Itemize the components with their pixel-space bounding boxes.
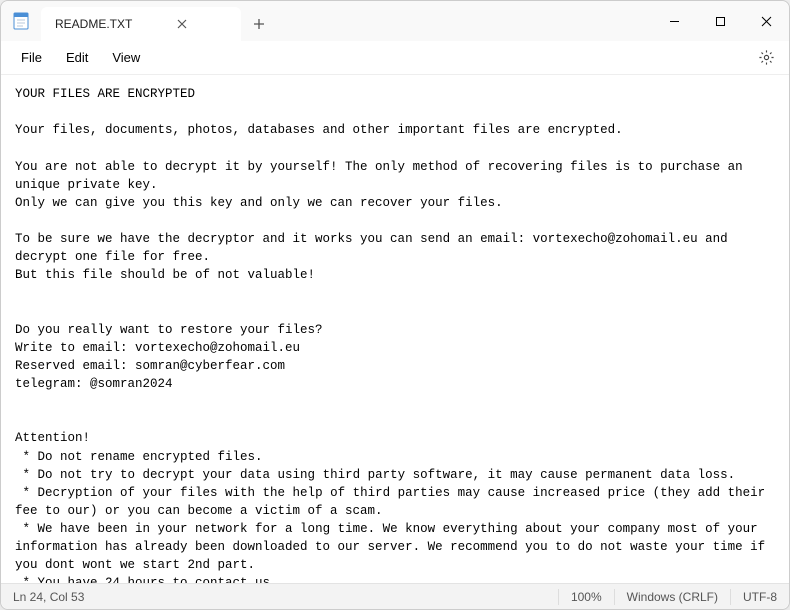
statusbar: Ln 24, Col 53 100% Windows (CRLF) UTF-8	[1, 583, 789, 609]
maximize-button[interactable]	[697, 1, 743, 41]
settings-button[interactable]	[751, 43, 781, 73]
titlebar-drag-area[interactable]	[277, 1, 651, 41]
tab-label: README.TXT	[55, 17, 132, 31]
window-controls	[651, 1, 789, 41]
menu-file[interactable]: File	[9, 46, 54, 69]
text-editor-area[interactable]: YOUR FILES ARE ENCRYPTED Your files, doc…	[1, 75, 789, 583]
menu-edit[interactable]: Edit	[54, 46, 100, 69]
menubar: File Edit View	[1, 41, 789, 75]
status-zoom[interactable]: 100%	[571, 590, 602, 604]
document-tab[interactable]: README.TXT	[41, 7, 241, 41]
new-tab-button[interactable]	[241, 7, 277, 41]
gear-icon	[758, 49, 775, 66]
notepad-window: README.TXT File Edit View	[0, 0, 790, 610]
close-window-button[interactable]	[743, 1, 789, 41]
notepad-app-icon	[1, 1, 41, 41]
status-encoding[interactable]: UTF-8	[743, 590, 777, 604]
menu-view[interactable]: View	[100, 46, 152, 69]
close-tab-icon[interactable]	[172, 14, 192, 34]
minimize-button[interactable]	[651, 1, 697, 41]
status-position[interactable]: Ln 24, Col 53	[13, 590, 546, 604]
titlebar: README.TXT	[1, 1, 789, 41]
status-line-ending[interactable]: Windows (CRLF)	[627, 590, 718, 604]
document-text: YOUR FILES ARE ENCRYPTED Your files, doc…	[15, 87, 773, 583]
